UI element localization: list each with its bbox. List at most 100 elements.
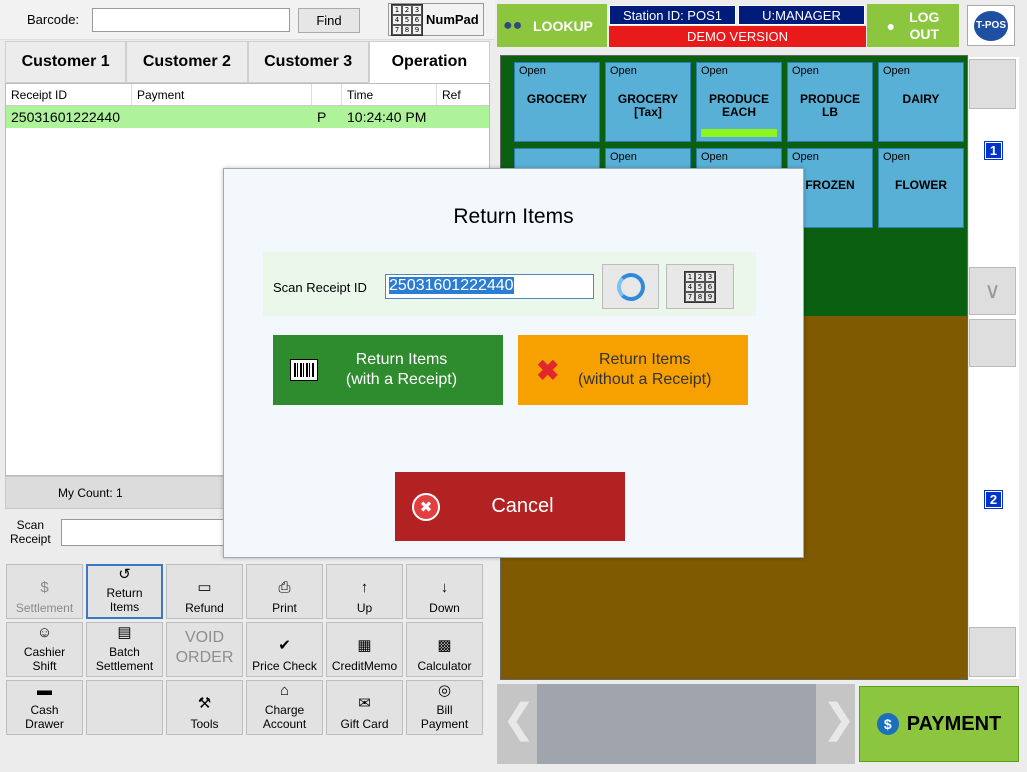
dialog-numpad-button[interactable]: 123456789 [666,264,734,309]
function-grid: $ Settlement ↺ Return Items ▭ Refund ⎙ Print ↑ Up… [6,564,490,740]
keypad-icon: 123456789 [391,3,423,36]
tab-operation[interactable]: Operation [368,41,490,83]
category-name: GROCERY [Tax] [617,92,679,119]
charge-account-button[interactable]: ⌂ Charge Account [246,680,323,735]
tab-customer-2[interactable]: Customer 2 [126,41,248,83]
payment-button[interactable]: $ PAYMENT [859,686,1019,762]
dollar-coin-icon: $ [876,713,899,735]
page-number-1[interactable]: 1 [984,141,1003,160]
category-scrollbar[interactable]: 1 ∨ 2 [969,57,1019,679]
tools-icon: ⚒ [197,695,212,712]
cash-drawer-label: Cash Drawer [25,703,64,731]
tab-customer-1[interactable]: Customer 1 [5,41,127,83]
keypad-key: 4 [685,281,695,292]
refund-button[interactable]: ▭ Refund [166,564,243,619]
cell-ref [437,106,489,128]
category-tile[interactable]: Open GROCERY [514,62,600,142]
category-status: Open [792,151,819,163]
logout-button[interactable]: ● LOG OUT [867,4,959,47]
refresh-button[interactable] [602,264,659,309]
return-with-receipt-button[interactable]: Return Items (with a Receipt) [273,335,503,405]
calculator-icon: ▩ [437,637,452,654]
tab-customer-3[interactable]: Customer 3 [247,41,369,83]
memo-icon: ▦ [357,637,372,654]
tools-button[interactable]: ⚒ Tools [166,680,243,735]
cell-time: 10:24:40 PM [347,109,427,125]
category-status: Open [883,65,910,77]
creditmemo-label: CreditMemo [331,659,398,673]
table-row[interactable]: 25031601222440 P 10:24:40 PM [6,106,489,128]
down-button[interactable]: ↓ Down [406,564,483,619]
calculator-button[interactable]: ▩ Calculator [406,622,483,677]
category-tile[interactable]: Open PRODUCE EACH [696,62,782,142]
return-items-button[interactable]: ↺ Return Items [86,564,163,619]
coins-icon: ◎ [437,682,452,699]
scan-receipt-id-input[interactable]: 25031601222440 [385,274,594,299]
print-button[interactable]: ⎙ Print [246,564,323,619]
logo-mark: T-POS [974,10,1008,41]
cashier-shift-button[interactable]: ☺ Cashier Shift [6,622,83,677]
column-status[interactable] [312,84,342,105]
void-order-button[interactable]: VOID ORDER [166,622,243,677]
up-button[interactable]: ↑ Up [326,564,403,619]
cancel-button[interactable]: ✖ Cancel [395,472,625,541]
keypad-key: 1 [392,4,402,15]
category-tile[interactable]: Open FLOWER [878,148,964,228]
gift-card-button[interactable]: ✉ Gift Card [326,680,403,735]
scroll-down-button[interactable]: ∨ [969,267,1016,315]
creditmemo-button[interactable]: ▦ CreditMemo [326,622,403,677]
category-tile[interactable]: Open DAIRY [878,62,964,142]
scroll-up-button[interactable] [969,59,1016,109]
lookup-button[interactable]: ●● LOOKUP [497,4,607,47]
keypad-key: 7 [392,24,402,35]
batch-settlement-button[interactable]: ▤ Batch Settlement [86,622,163,677]
barcode-input[interactable] [92,8,290,32]
arrow-up-icon: ↑ [360,579,369,596]
column-payment[interactable]: Payment [132,84,312,105]
numpad-button[interactable]: 123456789 NumPad [388,3,484,36]
page-number-2[interactable]: 2 [984,490,1003,509]
column-time[interactable]: Time [342,84,437,105]
scroll-block[interactable] [969,319,1016,367]
chevron-right-icon[interactable]: ❯ [822,696,856,742]
cashier-shift-label: Cashier Shift [23,645,66,673]
tools-label: Tools [190,717,219,731]
down-label: Down [429,601,460,615]
column-ref[interactable]: Ref [437,84,489,105]
payment-label: PAYMENT [906,712,1002,735]
settlement-button[interactable]: $ Settlement [6,564,83,619]
price-check-button[interactable]: ✔ Price Check [246,622,323,677]
keypad-key: 7 [685,291,695,302]
keypad-key: 4 [392,14,402,25]
cash-drawer-button[interactable]: ▬ Cash Drawer [6,680,83,735]
keypad-key: 3 [705,271,715,282]
scan-receipt-text: Scan Receipt [10,518,51,546]
return-items-label: Return Items [106,586,143,614]
scroll-bottom-button[interactable] [969,627,1016,677]
category-name: DAIRY [902,92,940,106]
cell-status: P [317,109,327,125]
chevron-left-icon[interactable]: ❮ [502,696,536,742]
keypad-key: 9 [412,24,422,35]
find-button[interactable]: Find [298,8,360,33]
scan-receipt-id-value: 25031601222440 [389,277,514,294]
arrow-down-icon: ↓ [440,579,449,596]
keypad-key: 9 [705,291,715,302]
void-order-label: VOID ORDER [175,629,234,666]
user-badge: U:MANAGER [738,5,865,25]
return-without-receipt-label: Return Items (without a Receipt) [578,351,712,388]
blank-button [86,680,163,735]
keypad-key: 2 [402,4,412,15]
charge-account-label: Charge Account [262,703,307,731]
keypad-key: 2 [695,271,705,282]
category-tile[interactable]: Open GROCERY [Tax] [605,62,691,142]
settlement-label: Settlement [15,601,74,615]
column-receipt-id[interactable]: Receipt ID [6,84,132,105]
my-count-label: My Count: 1 [58,486,123,500]
return-without-receipt-button[interactable]: ✖ Return Items (without a Receipt) [518,335,748,405]
house-icon: ⌂ [279,682,290,699]
bill-payment-button[interactable]: ◎ Bill Payment [406,680,483,735]
demo-banner: DEMO VERSION [609,26,866,47]
lookup-label: LOOKUP [533,17,593,34]
category-tile[interactable]: Open PRODUCE LB [787,62,873,142]
